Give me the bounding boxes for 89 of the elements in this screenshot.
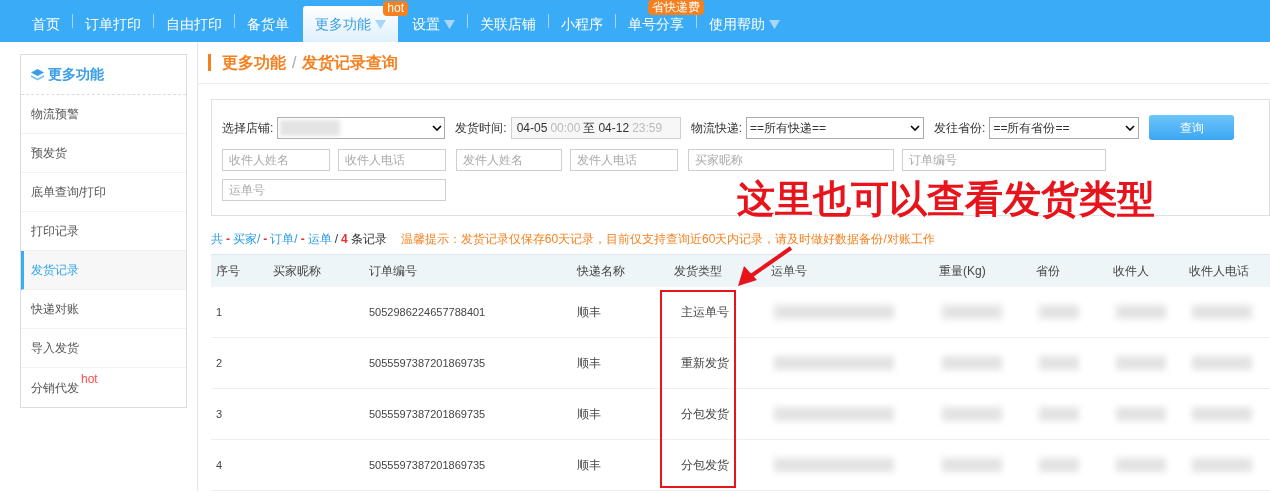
- province-select[interactable]: ==所有省份==: [989, 116, 1140, 139]
- store-select[interactable]: [277, 116, 446, 139]
- redacted-text: [942, 458, 1002, 472]
- table-cell-text: 分包发货: [680, 457, 730, 474]
- redacted-text: [1192, 407, 1252, 421]
- table-cell-text: 重新发货: [680, 355, 730, 372]
- sidebar-title: 更多功能: [48, 65, 104, 84]
- breadcrumb-item[interactable]: 更多功能: [222, 50, 286, 75]
- search-button[interactable]: 查询: [1149, 115, 1235, 140]
- annotation-text: 这里也可以查看发货类型: [737, 177, 1155, 222]
- redacted-text: [942, 305, 1002, 319]
- redacted-text: [1192, 356, 1252, 370]
- sidebar-item[interactable]: 预发货: [21, 134, 186, 173]
- sidebar-item[interactable]: 物流预警: [21, 95, 186, 134]
- nav-tab[interactable]: 设置: [400, 14, 467, 34]
- breadcrumb-separator: /: [292, 52, 297, 73]
- redacted-text: [1039, 458, 1079, 472]
- table-cell-text: 分包发货: [680, 406, 730, 423]
- redacted-text: [1116, 305, 1166, 319]
- column-header: 订单编号: [368, 263, 418, 280]
- field-label: 发往省份:: [934, 119, 986, 137]
- redacted-text: [1116, 356, 1166, 370]
- table-cell-text: 5052986224657788401: [368, 304, 487, 320]
- table-cell-text: 5055597387201869735: [368, 406, 487, 422]
- field-label: 发货时间:: [455, 119, 507, 137]
- filter-field[interactable]: 买家昵称: [688, 149, 894, 171]
- nav-tab[interactable]: 小程序: [549, 14, 615, 34]
- redacted-text: [280, 119, 341, 136]
- redacted-text: [1116, 458, 1166, 472]
- column-header: 收件人: [1112, 263, 1150, 280]
- table-cell-text: 5055597387201869735: [368, 457, 487, 473]
- tip-text: 温馨提示：发货记录仅保存60天记录，目前仅支持查询近60天内记录，请及时做好数据备份/对账工作: [400, 231, 935, 248]
- date-range-field[interactable]: 04-05 00:00 至 04-12 23:59: [510, 116, 681, 139]
- sidebar-item[interactable]: 导入发货: [21, 329, 186, 368]
- column-header: 快递名称: [576, 263, 626, 280]
- nav-tab[interactable]: 订单打印: [73, 14, 153, 34]
- redacted-text: [942, 407, 1002, 421]
- nav-badge: 省快递费: [648, 0, 704, 15]
- field-label: 选择店铺:: [222, 119, 274, 137]
- column-header: 收件人电话: [1188, 263, 1250, 280]
- sidebar-item[interactable]: 底单查询/打印: [21, 173, 186, 212]
- table-cell-text: 4: [215, 457, 224, 473]
- table-cell-text: 1: [215, 304, 224, 320]
- column-header: 发货类型: [673, 263, 723, 280]
- redacted-text: [1039, 356, 1079, 370]
- column-header: 运单号: [770, 263, 808, 280]
- table-cell-text: 主运单号: [680, 304, 730, 321]
- column-header: 重量(Kg): [938, 263, 987, 280]
- filter-field[interactable]: 订单编号: [902, 149, 1106, 171]
- filter-field[interactable]: 收件人电话: [338, 149, 446, 171]
- sidebar-item[interactable]: 分销代发 hot: [21, 368, 186, 407]
- nav-tab[interactable]: 自由打印: [154, 14, 234, 34]
- redacted-text: [1116, 407, 1166, 421]
- redacted-text: [942, 356, 1002, 370]
- filter-field[interactable]: 发件人姓名: [456, 149, 562, 171]
- column-header: 买家昵称: [272, 263, 322, 280]
- table-cell-text: 顺丰: [576, 355, 602, 372]
- table-cell-text: 顺丰: [576, 457, 602, 474]
- nav-badge: hot: [383, 1, 408, 16]
- nav-tab[interactable]: 首页: [20, 14, 72, 34]
- chevron-down-icon: [910, 124, 921, 131]
- redacted-text: [1192, 305, 1252, 319]
- chevron-down-icon: [1125, 124, 1136, 131]
- nav-tab[interactable]: 关联店铺: [468, 14, 548, 34]
- redacted-text: [1039, 305, 1079, 319]
- filter-field[interactable]: 收件人姓名: [222, 149, 330, 171]
- courier-select[interactable]: ==所有快递==: [746, 116, 925, 139]
- table-cell-text: 3: [215, 406, 224, 422]
- sidebar-item[interactable]: 快递对账: [21, 290, 186, 329]
- table-cell-text: 顺丰: [576, 304, 602, 321]
- column-header: 省份: [1035, 263, 1061, 280]
- nav-tab[interactable]: 备货单: [235, 14, 301, 34]
- breadcrumb-item: 发货记录查询: [302, 52, 399, 74]
- record-summary: 共 - 买家/ - 订单/ - 运单 / 4 条记录: [211, 231, 387, 248]
- filter-field[interactable]: 运单号: [222, 179, 446, 201]
- hot-label: hot: [81, 371, 98, 388]
- filter-field[interactable]: 发件人电话: [570, 149, 678, 171]
- table-cell-text: 5055597387201869735: [368, 355, 487, 371]
- layers-icon: [31, 68, 44, 81]
- nav-tab[interactable]: 使用帮助: [697, 14, 792, 34]
- field-label: 物流快递:: [690, 119, 743, 137]
- sidebar-item[interactable]: 发货记录: [21, 251, 186, 290]
- table-cell-text: 顺丰: [576, 406, 602, 423]
- table-cell-text: 2: [215, 355, 224, 371]
- chevron-down-icon: [432, 124, 443, 131]
- redacted-text: [1039, 407, 1079, 421]
- column-header: 序号: [215, 263, 241, 280]
- nav-tab[interactable]: 单号分享: [616, 14, 696, 34]
- redacted-text: [1192, 458, 1252, 472]
